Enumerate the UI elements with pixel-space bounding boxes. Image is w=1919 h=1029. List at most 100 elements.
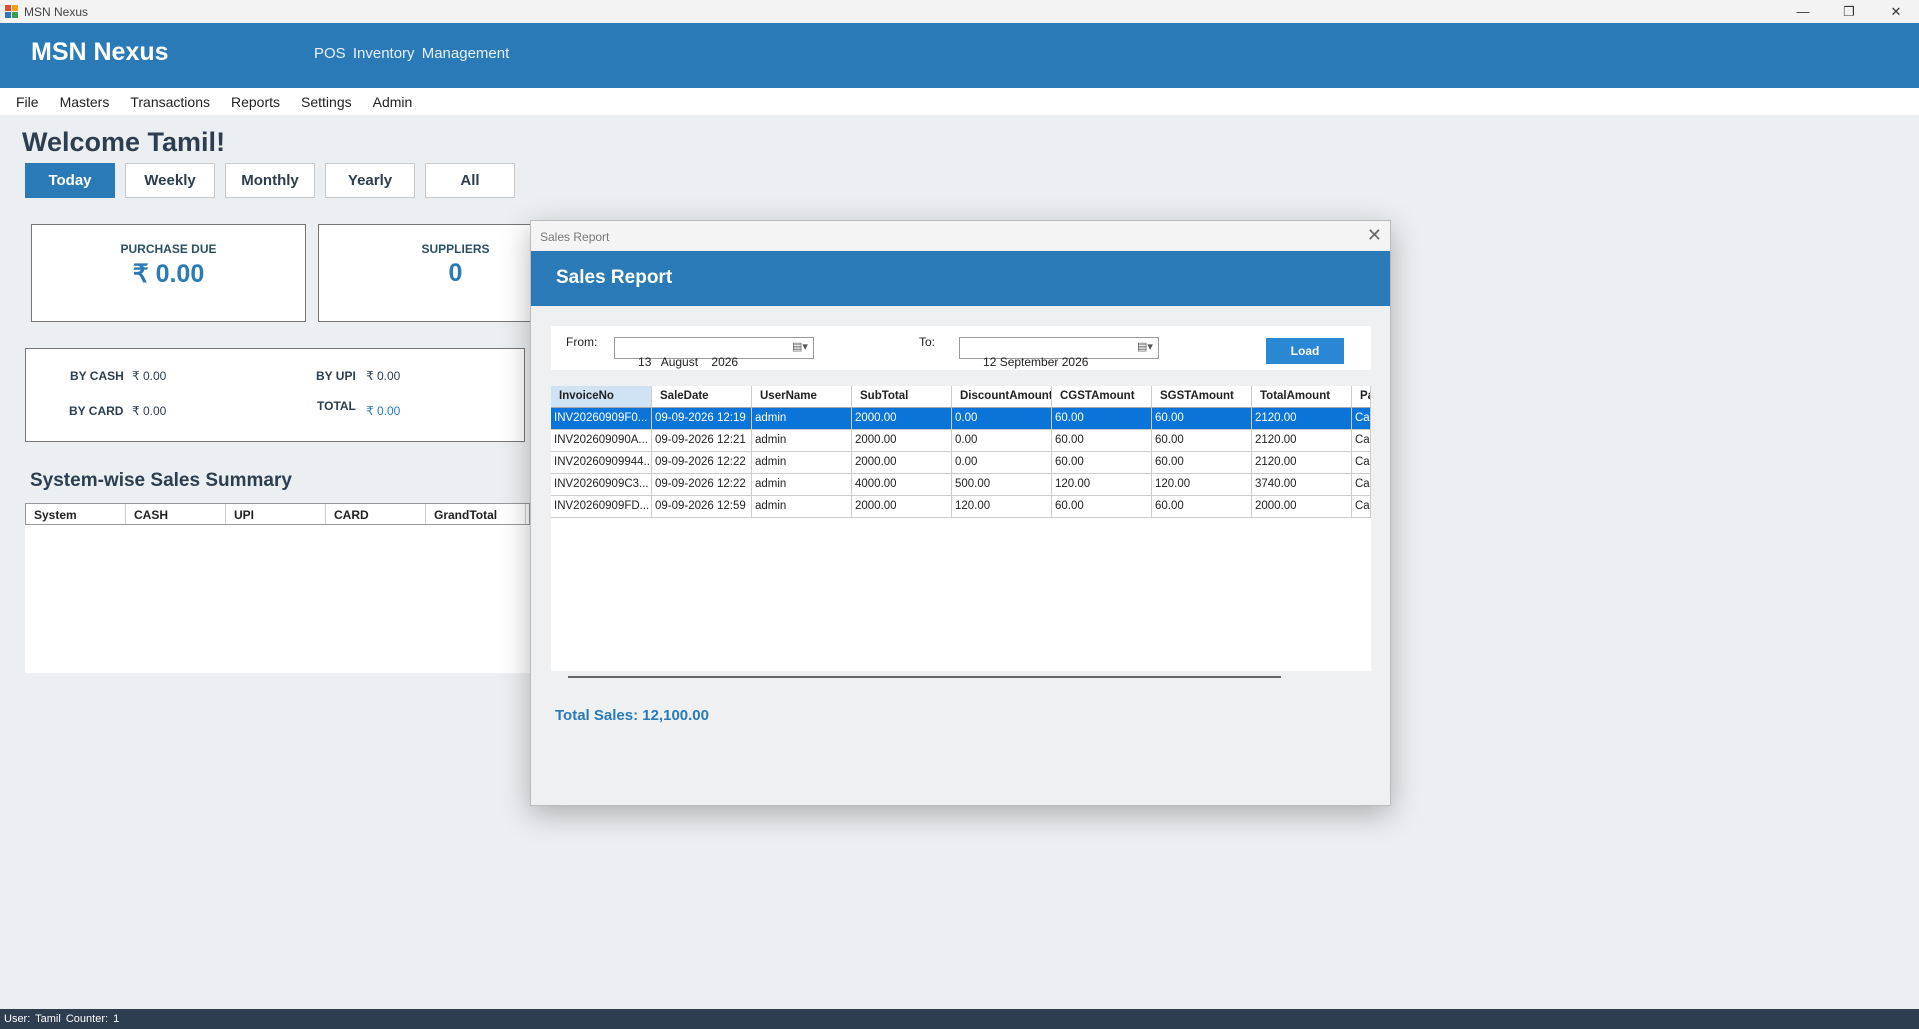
dialog-window-title: Sales Report [540,230,610,244]
table-row[interactable]: INV20260909944... 09-09-2026 12:22 admin 20… [551,452,1371,474]
column-header-system[interactable]: System [26,504,126,524]
table-cell: 60.00 [1052,496,1152,518]
yearly-button[interactable]: Yearly [325,163,415,198]
restore-icon[interactable]: ❐ [1826,0,1872,23]
menu-masters[interactable]: Masters [60,94,110,110]
column-header-payment[interactable]: Pa [1352,386,1371,408]
table-cell: Ca [1352,496,1371,518]
status-text: User: Tamil Counter: 1 [4,1013,120,1025]
table-cell: 09-09-2026 12:22 [652,452,752,474]
sales-report-dialog: Sales Report ✕ Sales Report From: 13 Aug… [530,220,1391,806]
table-cell: 2120.00 [1252,408,1352,430]
table-row[interactable]: INV20260909C3... 09-09-2026 12:22 admin 400… [551,474,1371,496]
minimize-icon[interactable]: — [1780,0,1826,23]
summary-title: System-wise Sales Summary [30,470,292,491]
table-cell: 500.00 [952,474,1052,496]
table-cell: 2000.00 [852,430,952,452]
table-cell: 0.00 [952,408,1052,430]
purchase-due-card: PURCHASE DUE ₹ 0.00 [31,224,306,322]
column-header-invoiceno[interactable]: InvoiceNo [551,386,652,408]
column-header-grandtotal[interactable]: GrandTotal [426,504,526,524]
table-cell: 2120.00 [1252,430,1352,452]
table-cell: 2120.00 [1252,452,1352,474]
table-cell: 60.00 [1152,408,1252,430]
table-row[interactable]: INV2026090​90A... 09-09-2026 12:21 admin 20… [551,430,1371,452]
table-cell: 4000.00 [852,474,952,496]
column-header-saledate[interactable]: SaleDate [652,386,752,408]
table-cell: 09-09-2026 12:19 [652,408,752,430]
table-cell: 09-09-2026 12:59 [652,496,752,518]
table-cell: INV20260909944... [551,452,652,474]
table-cell: INV20260909C3... [551,474,652,496]
summary-table-header: System CASH UPI CARD GrandTotal [25,503,530,525]
to-date-picker[interactable]: 12 September 2026 ▤▾ [959,337,1159,369]
sales-grid: InvoiceNo SaleDate UserName SubTotal Dis… [551,386,1371,671]
column-header-cash[interactable]: CASH [126,504,226,524]
app-icon [5,5,18,18]
column-header-discountamount[interactable]: DiscountAmount [952,386,1052,408]
welcome-heading: Welcome Tamil! [22,127,226,157]
table-cell: 3740.00 [1252,474,1352,496]
column-header-card[interactable]: CARD [326,504,426,524]
purchase-due-label: PURCHASE DUE [120,242,217,256]
summary-table: System CASH UPI CARD GrandTotal [25,503,530,673]
table-cell: INV20260909F0... [551,408,652,430]
column-header-totalamount[interactable]: TotalAmount [1252,386,1352,408]
table-cell: 60.00 [1052,452,1152,474]
table-cell: 2000.00 [852,452,952,474]
dialog-titlebar: Sales Report ✕ [531,221,1390,251]
table-cell: INV2026090​90A... [551,430,652,452]
menu-transactions[interactable]: Transactions [130,94,210,110]
table-cell: 2000.00 [852,496,952,518]
table-cell: admin [752,452,852,474]
total-value: ₹ 0.00 [366,404,401,418]
close-icon[interactable]: ✕ [1367,225,1382,246]
menu-settings[interactable]: Settings [301,94,352,110]
purchase-due-value: ₹ 0.00 [132,260,205,288]
weekly-button[interactable]: Weekly [125,163,215,198]
by-card-value: ₹ 0.00 [132,404,167,418]
table-cell: 60.00 [1152,452,1252,474]
close-icon[interactable]: ✕ [1873,0,1919,23]
table-cell: Ca [1352,452,1371,474]
menu-reports[interactable]: Reports [231,94,280,110]
menu-file[interactable]: File [16,94,39,110]
column-header-cgstamount[interactable]: CGSTAmount [1052,386,1152,408]
from-label: From: [566,335,598,349]
column-header-subtotal[interactable]: SubTotal [852,386,952,408]
column-header-username[interactable]: UserName [752,386,852,408]
from-date-value: 13 August 2026 [638,355,739,369]
table-cell: 60.00 [1052,408,1152,430]
by-card-label: BY CARD [69,404,124,418]
table-cell: admin [752,474,852,496]
table-cell: Ca [1352,408,1371,430]
monthly-button[interactable]: Monthly [225,163,315,198]
table-cell: 120.00 [952,496,1052,518]
calendar-icon[interactable]: ▤▾ [790,340,810,356]
window-title: MSN Nexus [24,4,89,19]
filter-panel: From: 13 August 2026 ▤▾ To: 12 September… [551,326,1371,370]
table-row[interactable]: INV20260909F0... 09-09-2026 12:19 admin 200… [551,408,1371,430]
from-date-picker[interactable]: 13 August 2026 ▤▾ [614,337,814,369]
table-cell: 0.00 [952,430,1052,452]
menu-admin[interactable]: Admin [373,94,413,110]
horizontal-scrollbar[interactable] [568,676,1281,678]
by-cash-value: ₹ 0.00 [132,369,167,383]
all-button[interactable]: All [425,163,515,198]
table-cell: 0.00 [952,452,1052,474]
to-label: To: [919,335,936,349]
table-cell: Ca [1352,474,1371,496]
today-button[interactable]: Today [25,163,115,198]
by-upi-label: BY UPI [316,369,356,383]
table-row[interactable]: INV20260909FD... 09-09-2026 12:59 admin 200… [551,496,1371,518]
calendar-icon[interactable]: ▤▾ [1135,340,1155,356]
table-cell: 120.00 [1152,474,1252,496]
grid-header-row: InvoiceNo SaleDate UserName SubTotal Dis… [551,386,1371,408]
column-header-upi[interactable]: UPI [226,504,326,524]
dialog-header: Sales Report [531,251,1390,306]
total-label: TOTAL [317,399,356,413]
table-cell: Ca [1352,430,1371,452]
payment-breakdown: BY CASH ₹ 0.00 BY UPI ₹ 0.00 BY CARD ₹ 0… [25,348,525,442]
column-header-sgstamount[interactable]: SGSTAmount [1152,386,1252,408]
load-button[interactable]: Load [1266,338,1344,364]
